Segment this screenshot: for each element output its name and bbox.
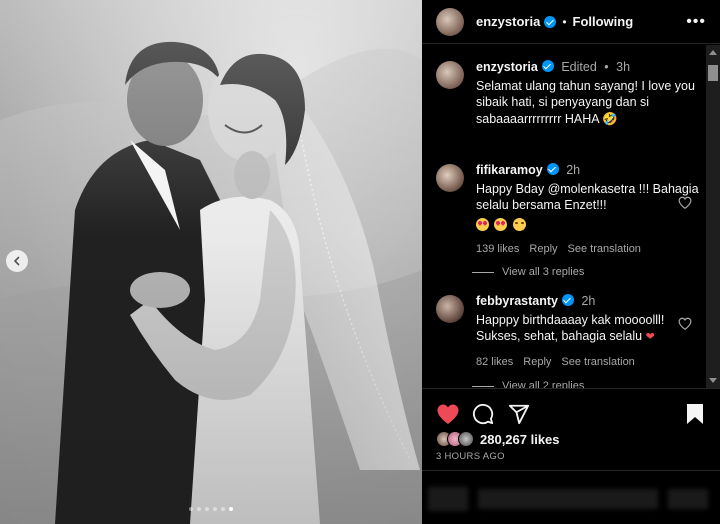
verified-badge-icon <box>546 163 559 175</box>
heart-eyes-emoji-icon <box>476 217 489 231</box>
likes-count[interactable]: 280,267 likes <box>480 432 560 447</box>
author-avatar[interactable] <box>436 7 464 36</box>
heart-filled-icon[interactable] <box>436 403 460 425</box>
see-translation-button[interactable]: See translation <box>561 354 634 371</box>
edited-label: Edited <box>561 60 597 74</box>
carousel-dot <box>213 507 217 511</box>
post-header: enzystoria • Following ••• <box>422 0 720 44</box>
divider-line <box>472 271 494 273</box>
reply-button[interactable]: Reply <box>529 241 557 258</box>
view-replies-button[interactable]: View all 2 replies <box>472 380 584 388</box>
carousel-indicator <box>189 507 233 511</box>
comments-list[interactable]: enzystoria Edited • 3h Selamat ulang tah… <box>422 45 706 388</box>
comments-scrollbar[interactable] <box>706 45 720 388</box>
author-avatar[interactable] <box>436 61 464 89</box>
comment-text: Happpy birthdaaaay kak moooolll! Sukses,… <box>476 312 700 346</box>
comment-time: 2h <box>581 294 596 308</box>
post-timestamp: 3 HOURS AGO <box>436 451 505 462</box>
view-replies-label: View all 3 replies <box>502 266 585 278</box>
carousel-dot <box>197 507 201 511</box>
fog-overlay <box>0 0 422 524</box>
add-comment-area[interactable] <box>422 470 720 524</box>
comment-time: 2h <box>566 163 581 177</box>
send-icon[interactable] <box>508 403 530 425</box>
commenter-avatar[interactable] <box>436 164 464 192</box>
heart-eyes-emoji-icon <box>494 217 508 231</box>
carousel-prev-button[interactable] <box>6 250 28 272</box>
divider-line <box>472 385 494 387</box>
comment-icon[interactable] <box>472 403 494 425</box>
comment-text: Happy Bday @molenkasetra !!! Bahagia sel… <box>476 181 699 213</box>
comment-username[interactable]: fifikaramoy <box>476 163 543 177</box>
red-heart-emoji-icon: ❤ <box>645 331 655 343</box>
reply-button[interactable]: Reply <box>523 354 551 371</box>
view-replies-button[interactable]: View all 3 replies <box>472 266 584 278</box>
caption-text: Selamat ulang tahun sayang! I love you s… <box>476 78 695 126</box>
caption: enzystoria Edited • 3h Selamat ulang tah… <box>436 59 700 127</box>
blurred-region <box>478 489 658 509</box>
scroll-up-arrow-icon[interactable] <box>709 50 717 55</box>
verified-badge-icon <box>561 294 574 306</box>
carousel-dot-active <box>229 507 233 511</box>
verified-badge-icon <box>544 15 557 28</box>
comment-like-heart-icon[interactable] <box>678 317 692 330</box>
comment-username[interactable]: febbyrastanty <box>476 294 558 308</box>
post-image[interactable] <box>0 0 422 524</box>
separator-dot: • <box>604 60 609 74</box>
following-button[interactable]: Following <box>573 14 634 29</box>
comment-emojis <box>476 217 700 234</box>
caption-time: 3h <box>616 60 631 74</box>
blurred-region <box>668 489 708 509</box>
view-replies-label: View all 2 replies <box>502 380 585 388</box>
comment-text-content: Happpy birthdaaaay kak moooolll! Sukses,… <box>476 312 665 344</box>
verified-badge-icon <box>541 60 554 72</box>
post-side-panel: enzystoria • Following ••• enzystoria Ed… <box>422 0 720 524</box>
kiss-emoji-icon <box>512 217 526 231</box>
scroll-down-arrow-icon[interactable] <box>709 378 717 383</box>
carousel-dot <box>189 507 193 511</box>
chevron-left-icon <box>13 256 20 266</box>
liker-avatars <box>436 431 474 447</box>
comment-item: febbyrastanty 2h Happpy birthdaaaay kak … <box>436 293 700 370</box>
comment-item: fifikaramoy 2h Happy Bday @molenkasetra … <box>436 162 700 258</box>
bookmark-icon[interactable] <box>686 403 704 425</box>
author-username[interactable]: enzystoria <box>476 14 540 29</box>
liker-avatar <box>458 431 474 447</box>
caption-username[interactable]: enzystoria <box>476 60 538 74</box>
carousel-dot <box>205 507 209 511</box>
post-actions-bar <box>422 388 720 436</box>
separator-dot: • <box>562 14 567 29</box>
likes-summary[interactable]: 280,267 likes <box>436 431 560 447</box>
scrollbar-thumb[interactable] <box>708 65 718 81</box>
see-translation-button[interactable]: See translation <box>568 241 641 258</box>
blurred-region <box>428 487 468 511</box>
comment-like-heart-icon[interactable] <box>678 196 692 209</box>
commenter-avatar[interactable] <box>436 295 464 323</box>
carousel-dot <box>221 507 225 511</box>
comment-likes[interactable]: 82 likes <box>476 354 513 371</box>
comment-likes[interactable]: 139 likes <box>476 241 519 258</box>
more-icon[interactable]: ••• <box>686 13 706 30</box>
